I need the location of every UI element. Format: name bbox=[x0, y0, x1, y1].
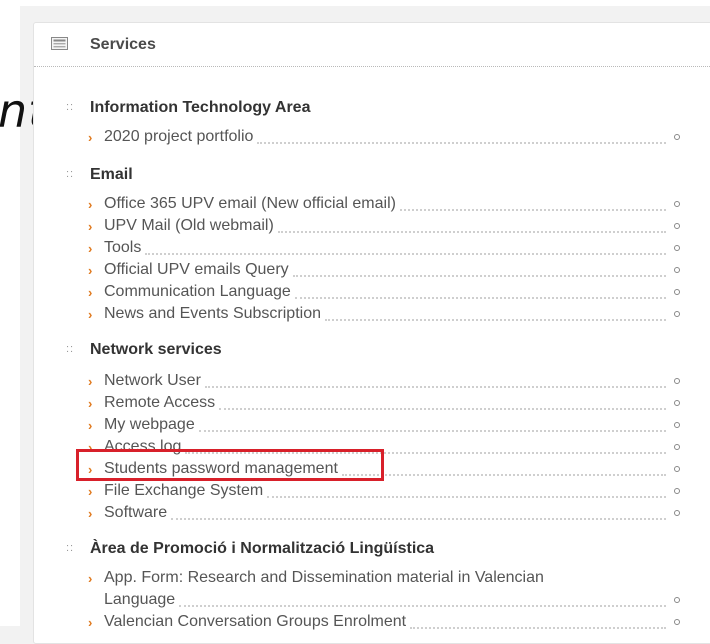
list-item[interactable]: › Remote Access bbox=[88, 392, 680, 414]
item-link[interactable]: UPV Mail (Old webmail) bbox=[104, 217, 274, 235]
item-link[interactable]: Remote Access bbox=[104, 394, 215, 412]
grip-icon: :: bbox=[66, 343, 75, 355]
chevron-right-icon: › bbox=[88, 306, 93, 322]
chevron-right-icon: › bbox=[88, 284, 93, 300]
chevron-right-icon: › bbox=[88, 196, 93, 212]
bullet-icon bbox=[674, 466, 680, 472]
item-link[interactable]: 2020 project portfolio bbox=[104, 128, 253, 146]
section-title: Network services bbox=[90, 341, 222, 358]
list-item[interactable]: › News and Events Subscription bbox=[88, 303, 680, 325]
chevron-right-icon: › bbox=[88, 483, 93, 499]
chevron-right-icon: › bbox=[88, 262, 93, 278]
bullet-icon bbox=[674, 289, 680, 295]
list-item[interactable]: › 2020 project portfolio bbox=[88, 126, 680, 148]
grip-icon: :: bbox=[66, 168, 75, 180]
chevron-right-icon: › bbox=[88, 417, 93, 433]
list-item[interactable]: › Office 365 UPV email (New official ema… bbox=[88, 193, 680, 215]
chevron-right-icon: › bbox=[88, 614, 93, 630]
bullet-icon bbox=[674, 245, 680, 251]
chevron-right-icon: › bbox=[88, 570, 93, 586]
chevron-right-icon: › bbox=[88, 373, 93, 389]
bullet-icon bbox=[674, 422, 680, 428]
list-item[interactable]: › My webpage bbox=[88, 414, 680, 436]
bullet-icon bbox=[674, 201, 680, 207]
list-item[interactable]: › Communication Language bbox=[88, 281, 680, 303]
top-strip bbox=[0, 0, 710, 6]
bullet-icon bbox=[674, 378, 680, 384]
list-item[interactable]: › UPV Mail (Old webmail) bbox=[88, 215, 680, 237]
item-link[interactable]: Software bbox=[104, 504, 167, 522]
item-link[interactable]: News and Events Subscription bbox=[104, 305, 321, 323]
item-link[interactable]: My webpage bbox=[104, 416, 195, 434]
list-item[interactable]: › Official UPV emails Query bbox=[88, 259, 680, 281]
item-link[interactable]: Network User bbox=[104, 372, 201, 390]
bullet-icon bbox=[674, 311, 680, 317]
chevron-right-icon: › bbox=[88, 218, 93, 234]
bullet-icon bbox=[674, 134, 680, 140]
list-item[interactable]: › Network User bbox=[88, 370, 680, 392]
bullet-icon bbox=[674, 619, 680, 625]
list-item[interactable]: › App. Form: Research and Dissemination … bbox=[88, 567, 680, 611]
bullet-icon bbox=[674, 267, 680, 273]
list-item[interactable]: › Valencian Conversation Groups Enrolmen… bbox=[88, 611, 680, 633]
bullet-icon bbox=[674, 400, 680, 406]
list-item[interactable]: › File Exchange System bbox=[88, 480, 680, 502]
item-link[interactable]: Communication Language bbox=[104, 283, 291, 301]
chevron-right-icon: › bbox=[88, 129, 93, 145]
list-item[interactable]: › Tools bbox=[88, 237, 680, 259]
bullet-icon bbox=[674, 597, 680, 603]
list-item[interactable]: › Software bbox=[88, 502, 680, 524]
grip-icon: :: bbox=[66, 542, 75, 554]
bullet-icon bbox=[674, 223, 680, 229]
bullet-icon bbox=[674, 444, 680, 450]
item-link[interactable]: Language bbox=[104, 591, 175, 609]
highlight-box bbox=[76, 449, 384, 481]
grip-icon: :: bbox=[66, 101, 75, 113]
section-title: Àrea de Promoció i Normalització Lingüís… bbox=[90, 540, 435, 557]
chevron-right-icon: › bbox=[88, 240, 93, 256]
section-title: Email bbox=[90, 166, 133, 183]
item-link[interactable]: Office 365 UPV email (New official email… bbox=[104, 195, 396, 213]
panel-header: Services bbox=[34, 23, 710, 67]
bullet-icon bbox=[674, 510, 680, 516]
chevron-right-icon: › bbox=[88, 395, 93, 411]
chevron-right-icon: › bbox=[88, 505, 93, 521]
item-link[interactable]: File Exchange System bbox=[104, 482, 263, 500]
list-icon bbox=[51, 37, 68, 50]
item-link[interactable]: App. Form: Research and Dissemination ma… bbox=[104, 569, 544, 587]
item-link[interactable]: Official UPV emails Query bbox=[104, 261, 289, 279]
item-link[interactable]: Valencian Conversation Groups Enrolment bbox=[104, 613, 406, 631]
bullet-icon bbox=[674, 488, 680, 494]
section-title: Information Technology Area bbox=[90, 99, 311, 116]
item-link[interactable]: Tools bbox=[104, 239, 141, 257]
panel-title: Services bbox=[90, 36, 156, 53]
